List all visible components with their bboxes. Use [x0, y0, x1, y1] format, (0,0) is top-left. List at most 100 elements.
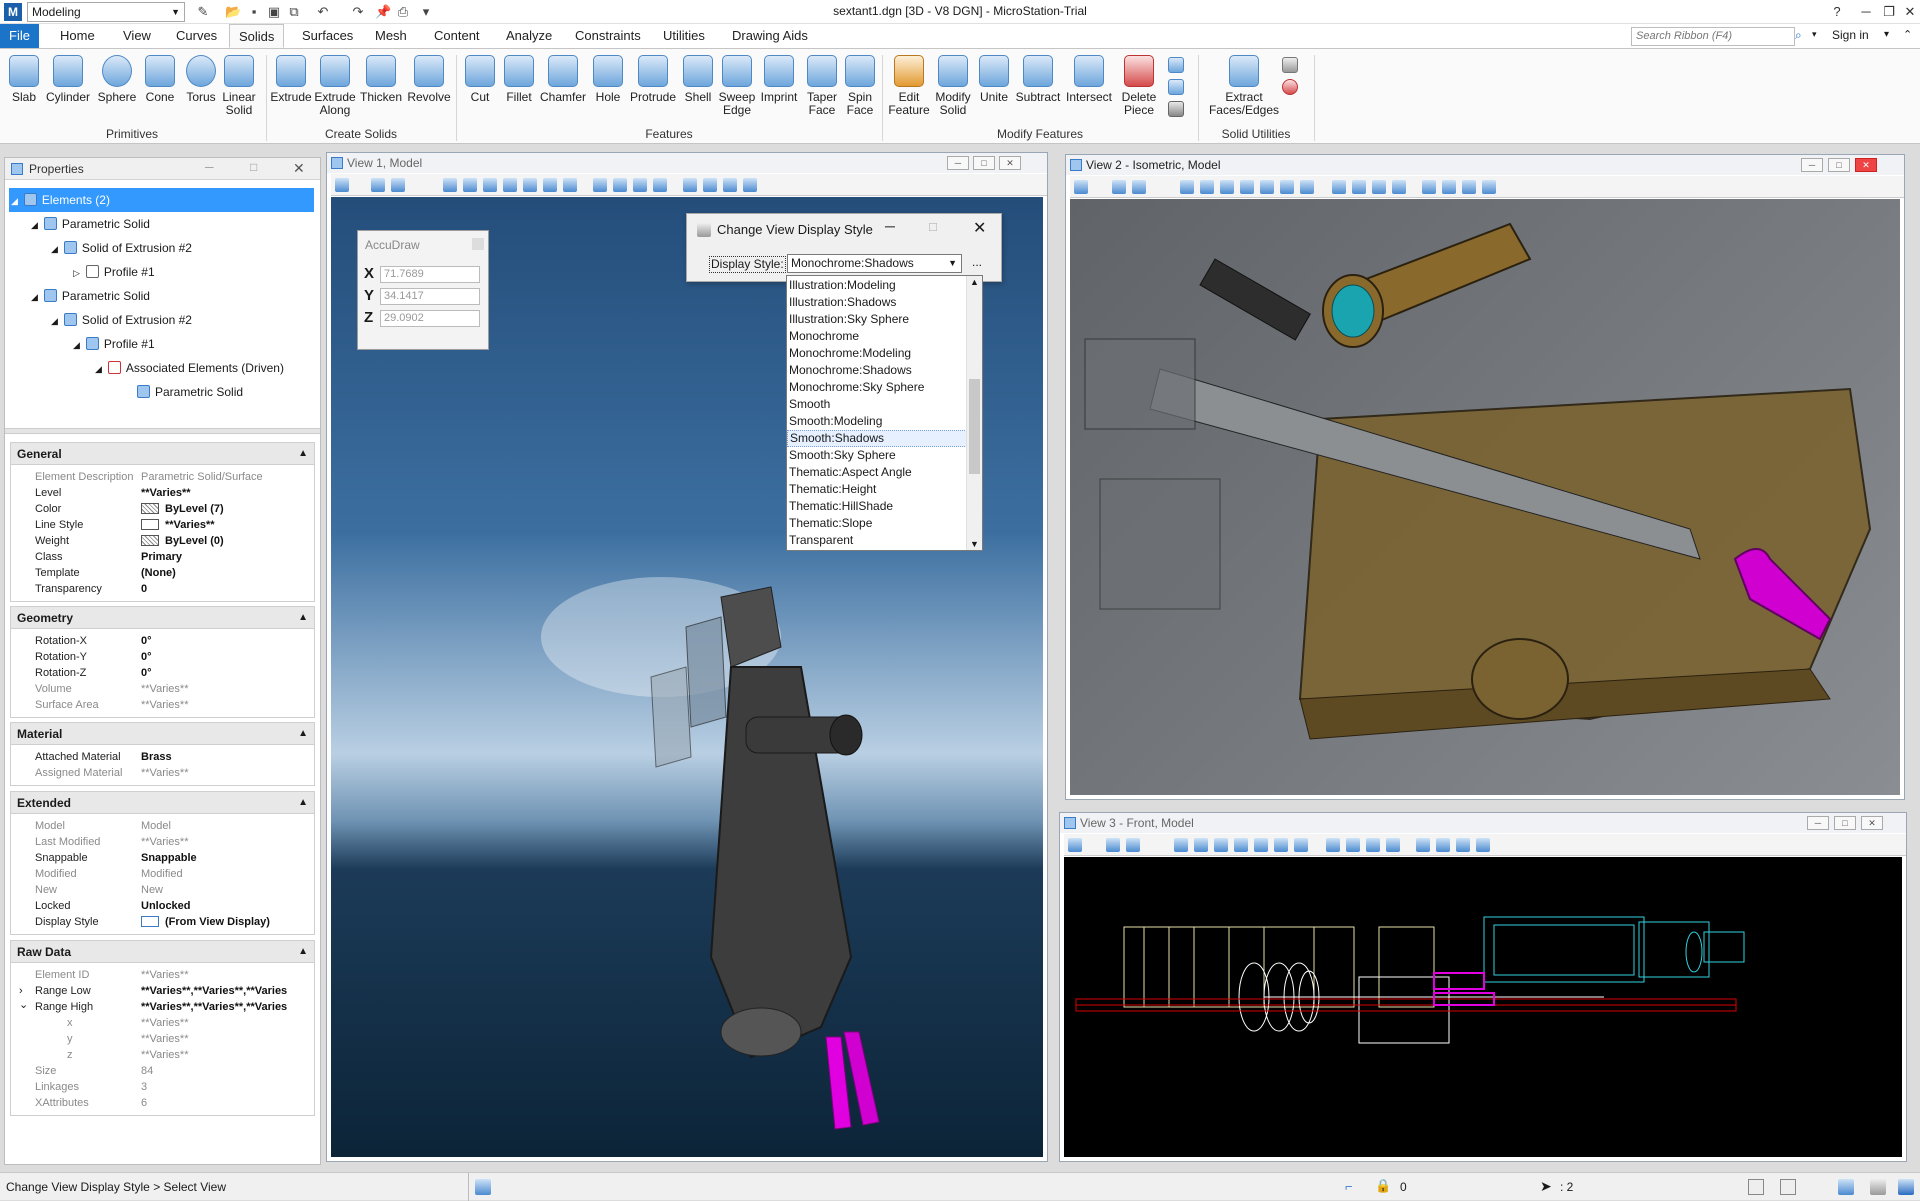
tree-item[interactable]: ◢ Elements (2)	[9, 188, 314, 212]
rotate-view-icon[interactable]	[543, 178, 557, 192]
chamfer-button[interactable]: Chamfer	[540, 55, 586, 104]
extract-faces-edges-button[interactable]: Extract Faces/Edges	[1206, 55, 1282, 117]
tab-file[interactable]: File	[0, 24, 39, 48]
pan-view-icon[interactable]	[1294, 838, 1308, 852]
tree-item[interactable]: ◢ Parametric Solid	[9, 212, 314, 236]
close-panel-button[interactable]: ✕	[293, 160, 305, 177]
fit-view-icon[interactable]	[1260, 180, 1274, 194]
level-display-icon[interactable]	[1780, 1179, 1796, 1195]
modify-solid-button[interactable]: Modify Solid	[932, 55, 974, 117]
cylinder-button[interactable]: Cylinder	[46, 55, 90, 104]
dropdown-option[interactable]: Thematic:HillShade	[787, 498, 967, 515]
panel-splitter[interactable]	[5, 428, 320, 434]
tab-constraints[interactable]: Constraints	[566, 24, 650, 48]
view-attributes-icon[interactable]	[1074, 180, 1088, 194]
zoom-out-icon[interactable]	[1214, 838, 1228, 852]
message-center-icon[interactable]	[1838, 1179, 1854, 1195]
subtract-button[interactable]: Subtract	[1014, 55, 1062, 104]
search-icon[interactable]: ⌕	[1795, 28, 1802, 43]
view-maximize-button[interactable]: □	[1834, 816, 1856, 830]
search-ribbon-input[interactable]: Search Ribbon (F4)	[1631, 27, 1795, 46]
cone-button[interactable]: Cone	[142, 55, 178, 104]
workmode-icon[interactable]: ✎	[195, 4, 211, 20]
property-row[interactable]: y **Varies**	[11, 1031, 314, 1047]
slab-button[interactable]: Slab	[6, 55, 42, 104]
property-row[interactable]: XAttributes 6	[11, 1095, 314, 1111]
dropdown-option[interactable]: Smooth:Sky Sphere	[787, 447, 967, 464]
display-style-select[interactable]: Monochrome:Shadows ▼	[787, 254, 962, 273]
property-row[interactable]: Transparency 0	[11, 581, 314, 597]
expand-icon[interactable]: ◢	[51, 244, 58, 254]
view-attributes-icon[interactable]	[1068, 838, 1082, 852]
property-row[interactable]: Line Style **Varies**	[11, 517, 314, 533]
property-row[interactable]: Volume **Varies**	[11, 681, 314, 697]
fly-icon[interactable]	[1352, 180, 1366, 194]
dropdown-option-highlighted[interactable]: Smooth:Shadows	[787, 430, 967, 447]
tab-surfaces[interactable]: Surfaces	[293, 24, 362, 48]
property-row[interactable]: Linkages 3	[11, 1079, 314, 1095]
property-row[interactable]: Display Style (From View Display)	[11, 914, 314, 930]
scroll-down-icon[interactable]: ▼	[970, 539, 979, 549]
tree-item[interactable]: ◢ Profile #1	[9, 332, 314, 356]
view-3-window[interactable]: View 3 - Front, Model ─ □ ✕	[1059, 812, 1907, 1162]
tree-item[interactable]: ◢ Solid of Extrusion #2	[9, 308, 314, 332]
section-extended-header[interactable]: Extended ▲	[11, 792, 314, 814]
window-area-icon[interactable]	[1240, 180, 1254, 194]
property-row[interactable]: Color ByLevel (7)	[11, 501, 314, 517]
restore-panel-button[interactable]: □	[250, 160, 257, 174]
view-minimize-button[interactable]: ─	[1807, 816, 1829, 830]
clip-volume-icon[interactable]	[1422, 180, 1436, 194]
expand-row-icon[interactable]: ›	[19, 983, 23, 999]
collapse-row-icon[interactable]: ⌄	[19, 999, 28, 1013]
expand-icon[interactable]: ◢	[11, 196, 18, 206]
accudraw-status-icon[interactable]	[475, 1179, 491, 1195]
view-2-canvas[interactable]	[1070, 199, 1900, 795]
view-2-window[interactable]: View 2 - Isometric, Model ─ □ ✕	[1065, 154, 1905, 800]
pan-view-icon[interactable]	[563, 178, 577, 192]
spin-face-button[interactable]: Spin Face	[842, 55, 878, 117]
expand-icon[interactable]: ◢	[95, 364, 102, 374]
chevron-down-icon[interactable]: ▼	[948, 255, 957, 272]
imprint-button[interactable]: Imprint	[756, 55, 802, 104]
fillet-button[interactable]: Fillet	[500, 55, 538, 104]
clip-mask-icon[interactable]	[1442, 180, 1456, 194]
section-material-header[interactable]: Material ▲	[11, 723, 314, 745]
edit-feature-button[interactable]: Edit Feature	[888, 55, 930, 117]
expand-icon[interactable]: ◢	[31, 220, 38, 230]
view-maximize-button[interactable]: □	[1828, 158, 1850, 172]
close-button[interactable]: ✕	[1899, 2, 1920, 22]
fit-view-icon[interactable]	[523, 178, 537, 192]
compress-icon[interactable]: ⧉	[286, 4, 302, 20]
x-coordinate-field[interactable]: 71.7689	[380, 266, 480, 283]
scroll-up-icon[interactable]: ▲	[970, 277, 979, 287]
section-geometry-header[interactable]: Geometry ▲	[11, 607, 314, 629]
property-row[interactable]: Class Primary	[11, 549, 314, 565]
display-style-icon[interactable]	[371, 178, 385, 192]
restore-button[interactable]: ❐	[1878, 2, 1900, 22]
property-row[interactable]: Weight ByLevel (0)	[11, 533, 314, 549]
tab-home[interactable]: Home	[51, 24, 104, 48]
dialog-maximize-button[interactable]: □	[929, 219, 937, 234]
print-icon[interactable]: ⎙	[395, 4, 411, 20]
snap-mode-icon[interactable]: ⌐	[1345, 1179, 1353, 1194]
view-minimize-button[interactable]: ─	[947, 156, 969, 170]
tree-item[interactable]: ◢ Solid of Extrusion #2	[9, 236, 314, 260]
property-row[interactable]: Size 84	[11, 1063, 314, 1079]
property-row[interactable]: Last Modified **Varies**	[11, 834, 314, 850]
sphere-button[interactable]: Sphere	[95, 55, 139, 104]
expand-icon[interactable]: ◢	[73, 340, 80, 350]
property-row[interactable]: Assigned Material **Varies**	[11, 765, 314, 781]
view-maximize-button[interactable]: □	[973, 156, 995, 170]
view-close-button[interactable]: ✕	[1861, 816, 1883, 830]
undo-icon[interactable]: ↶	[315, 4, 331, 20]
revolve-button[interactable]: Revolve	[406, 55, 452, 104]
update-view-icon[interactable]	[1174, 838, 1188, 852]
fly-icon[interactable]	[1346, 838, 1360, 852]
accudraw-dialog[interactable]: AccuDraw X 71.7689 Y 34.1417 Z 29.0902	[357, 230, 489, 350]
dialog-minimize-button[interactable]: ─	[885, 218, 895, 234]
property-row[interactable]: Locked Unlocked	[11, 898, 314, 914]
property-row[interactable]: Snappable Snappable	[11, 850, 314, 866]
collapse-section-icon[interactable]: ▲	[298, 941, 308, 963]
tab-content[interactable]: Content	[425, 24, 489, 48]
extrude-button[interactable]: Extrude	[270, 55, 312, 104]
